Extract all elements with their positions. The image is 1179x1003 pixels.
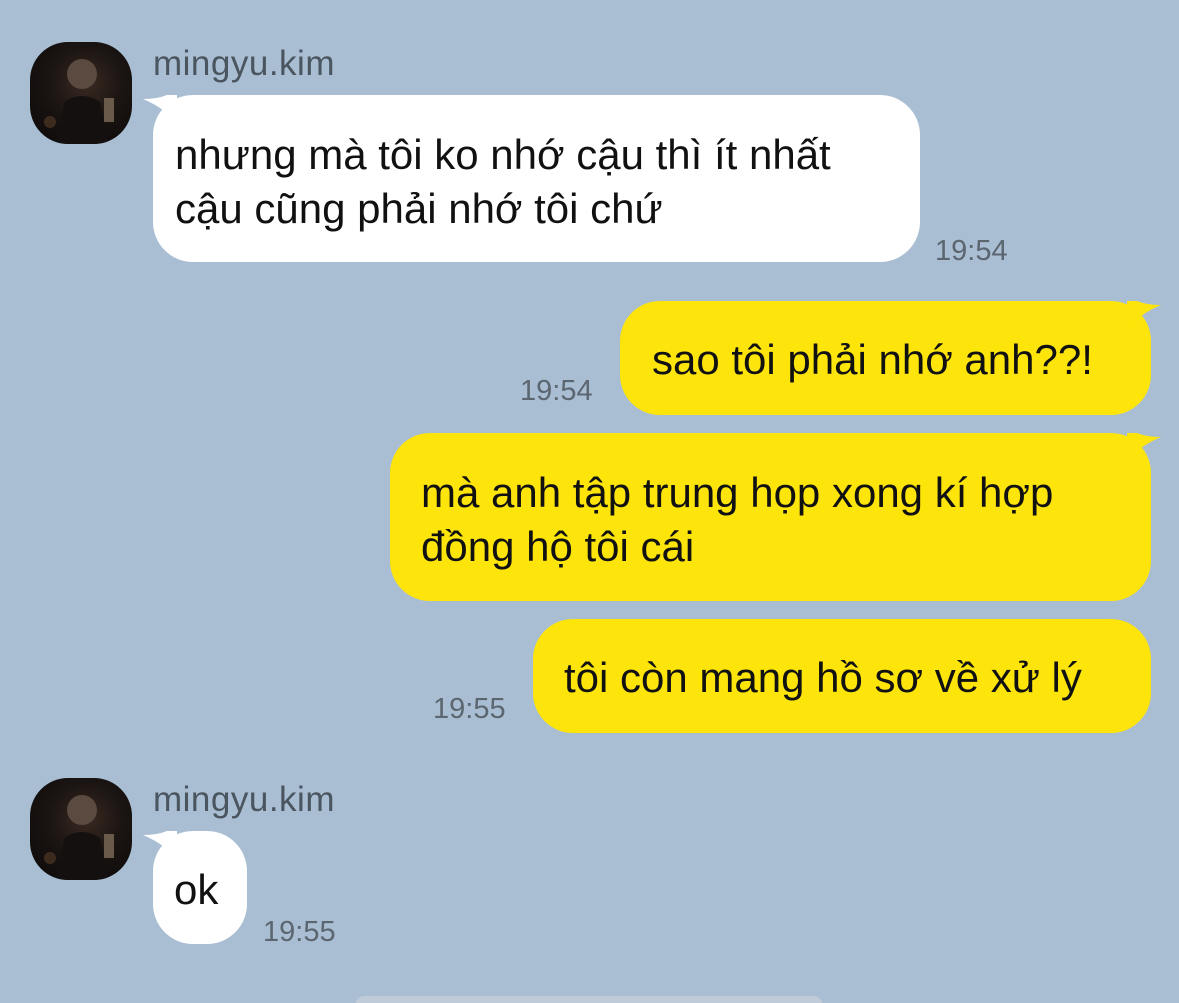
message-bubble-incoming[interactable]: ok	[143, 831, 247, 944]
bubble-tail-icon	[143, 95, 177, 125]
bubble-tail-icon	[1127, 301, 1161, 331]
message-bubble-outgoing[interactable]: tôi còn mang hồ sơ về xử lý	[533, 619, 1151, 733]
message-text-line: nhưng mà tôi ko nhớ cậu thì ít nhất	[175, 131, 831, 178]
message-text-line: sao tôi phải nhớ anh??!	[652, 336, 1093, 383]
message-time: 19:54	[935, 235, 1008, 267]
message-time: 19:55	[433, 693, 506, 725]
sender-name: mingyu.kim	[153, 44, 335, 83]
bubble-tail-icon	[143, 831, 177, 861]
bubble-tail-icon	[1127, 433, 1161, 463]
message-time: 19:54	[520, 375, 593, 407]
message-bubble-outgoing[interactable]: mà anh tập trung họp xong kí hợp đồng hộ…	[390, 433, 1161, 601]
message-text-line: cậu cũng phải nhớ tôi chứ	[175, 185, 663, 232]
message-bubble-incoming[interactable]: nhưng mà tôi ko nhớ cậu thì ít nhất cậu …	[143, 95, 920, 262]
message-text-line: ok	[174, 866, 219, 913]
bottom-bar-edge	[355, 996, 823, 1003]
chat-area[interactable]: mingyu.kim nhưng mà tôi ko nhớ cậu thì í…	[0, 0, 1179, 1003]
sender-avatar[interactable]	[30, 778, 132, 880]
avatar-photo-icon	[44, 795, 114, 880]
avatar-photo-icon	[44, 59, 114, 144]
message-bubble-outgoing[interactable]: sao tôi phải nhớ anh??!	[620, 301, 1161, 415]
sender-avatar[interactable]	[30, 42, 132, 144]
message-time: 19:55	[263, 916, 336, 948]
message-text-line: mà anh tập trung họp xong kí hợp	[421, 469, 1054, 516]
sender-name: mingyu.kim	[153, 780, 335, 819]
message-text-line: đồng hộ tôi cái	[421, 523, 695, 570]
message-text-line: tôi còn mang hồ sơ về xử lý	[564, 654, 1082, 701]
